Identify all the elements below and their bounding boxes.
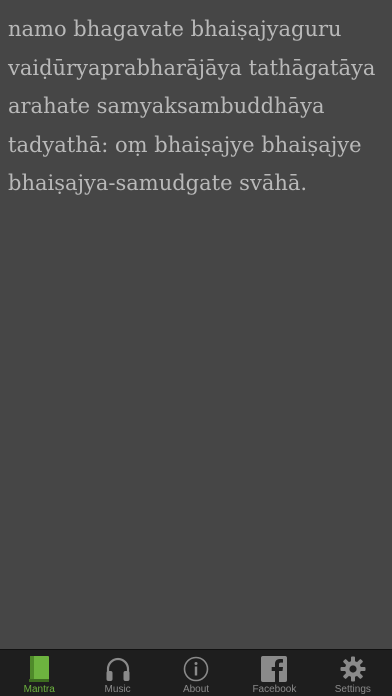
tab-music[interactable]: Music (78, 650, 156, 696)
mantra-line: namo bhagavate bhaiṣajyaguru (8, 17, 342, 41)
mantra-text: namo bhagavate bhaiṣajyaguru vaiḍūryapra… (8, 10, 388, 203)
tab-label: Settings (334, 684, 371, 695)
tab-facebook[interactable]: Facebook (235, 650, 313, 696)
tab-bar: Mantra Music About Facebook Settings (0, 649, 392, 696)
tab-mantra[interactable]: Mantra (0, 650, 78, 696)
mantra-line: arahate samyaksambuddhāya (8, 94, 325, 118)
tab-label: Music (104, 684, 131, 695)
mantra-line: tadyathā: oṃ bhaiṣajye bhaiṣajye (8, 132, 362, 157)
tab-settings[interactable]: Settings (314, 650, 392, 696)
tab-label: Mantra (23, 684, 55, 695)
mantra-line: bhaiṣajya-samudgate svāhā. (8, 171, 308, 195)
facebook-icon (259, 654, 289, 683)
info-icon (181, 654, 211, 683)
gear-icon (338, 654, 368, 683)
mantra-line: vaiḍūryaprabharājāya tathāgatāya (8, 55, 376, 80)
mantra-screen: namo bhagavate bhaiṣajyaguru vaiḍūryapra… (0, 0, 392, 696)
tab-label: About (182, 684, 210, 695)
tab-label: Facebook (252, 684, 297, 695)
book-icon (24, 654, 54, 683)
tab-about[interactable]: About (157, 650, 235, 696)
headphones-icon (103, 654, 133, 683)
